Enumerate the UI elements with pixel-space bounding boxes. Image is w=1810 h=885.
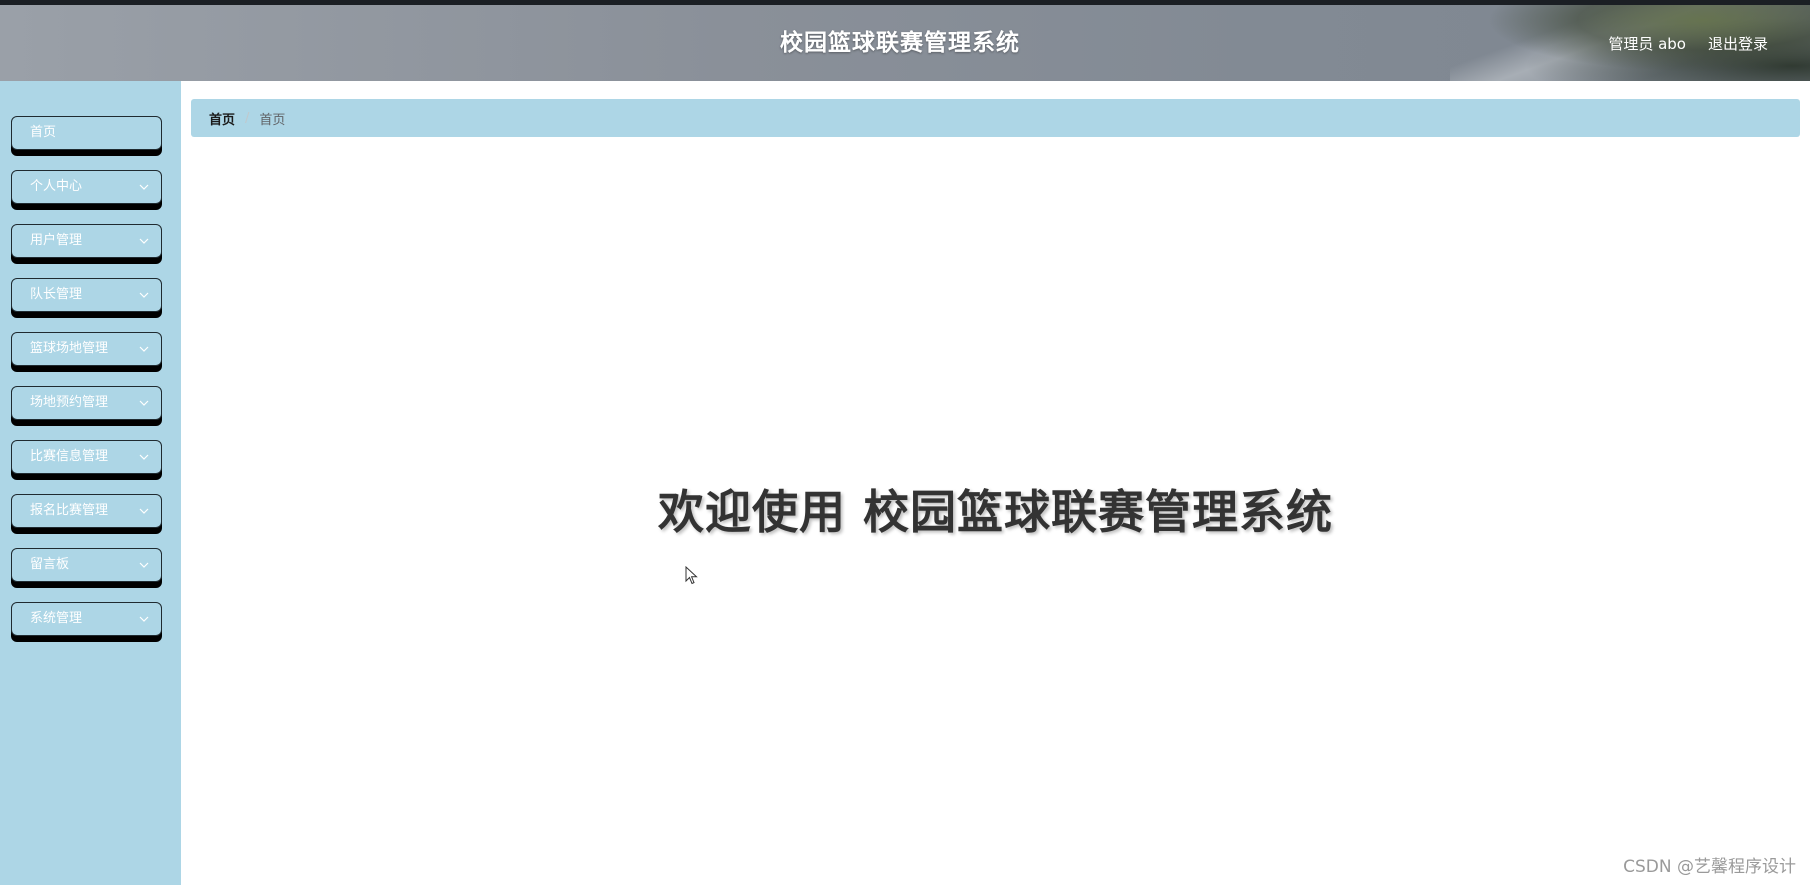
chevron-down-icon xyxy=(137,495,151,527)
sidebar-item-label: 个人中心 xyxy=(30,179,83,194)
chevron-down-icon xyxy=(137,171,151,203)
sidebar-item-label: 系统管理 xyxy=(30,611,83,626)
chevron-down-icon xyxy=(137,279,151,311)
sidebar-item-user-management[interactable]: 用户管理 xyxy=(11,224,162,258)
chevron-down-icon xyxy=(137,549,151,581)
breadcrumb: 首页 / 首页 xyxy=(191,99,1800,137)
breadcrumb-current: 首页 xyxy=(259,112,286,128)
sidebar-menu: 首页 个人中心 用户管理 队长管理 篮球场地管理 场地预约管理 比赛信息管理 报… xyxy=(11,116,163,656)
sidebar-item-captain-management[interactable]: 队长管理 xyxy=(11,278,162,312)
sidebar-item-label: 场地预约管理 xyxy=(30,395,109,410)
sidebar-item-label: 首页 xyxy=(30,125,57,140)
sidebar-item-label: 用户管理 xyxy=(30,233,83,248)
chevron-down-icon xyxy=(137,603,151,635)
app-title: 校园篮球联赛管理系统 xyxy=(780,30,1020,56)
sidebar: 首页 个人中心 用户管理 队长管理 篮球场地管理 场地预约管理 比赛信息管理 报… xyxy=(0,81,181,885)
chevron-down-icon xyxy=(137,333,151,365)
mouse-cursor-icon xyxy=(685,565,699,586)
sidebar-item-label: 篮球场地管理 xyxy=(30,341,109,356)
chevron-down-icon xyxy=(137,225,151,257)
sidebar-item-court-management[interactable]: 篮球场地管理 xyxy=(11,332,162,366)
breadcrumb-home-link[interactable]: 首页 xyxy=(209,109,235,128)
sidebar-item-label: 留言板 xyxy=(30,557,70,572)
sidebar-item-message-board[interactable]: 留言板 xyxy=(11,548,162,582)
chevron-down-icon xyxy=(137,441,151,473)
app-header: 校园篮球联赛管理系统 管理员 abo 退出登录 xyxy=(0,5,1810,81)
sidebar-item-personal-center[interactable]: 个人中心 xyxy=(11,170,162,204)
sidebar-item-match-registration[interactable]: 报名比赛管理 xyxy=(11,494,162,528)
sidebar-item-label: 队长管理 xyxy=(30,287,83,302)
sidebar-item-label: 报名比赛管理 xyxy=(30,503,109,518)
user-area: 管理员 abo 退出登录 xyxy=(1608,5,1768,81)
logout-button[interactable]: 退出登录 xyxy=(1708,33,1768,54)
sidebar-item-home[interactable]: 首页 xyxy=(11,116,162,150)
sidebar-item-label: 比赛信息管理 xyxy=(30,449,109,464)
sidebar-item-system-management[interactable]: 系统管理 xyxy=(11,602,162,636)
breadcrumb-separator: / xyxy=(245,110,250,126)
sidebar-item-match-info[interactable]: 比赛信息管理 xyxy=(11,440,162,474)
watermark: CSDN @艺馨程序设计 xyxy=(1623,857,1796,877)
welcome-heading: 欢迎使用 校园篮球联赛管理系统 xyxy=(657,485,1333,539)
chevron-down-icon xyxy=(137,387,151,419)
sidebar-item-court-booking[interactable]: 场地预约管理 xyxy=(11,386,162,420)
current-user-label: 管理员 abo xyxy=(1608,34,1686,53)
